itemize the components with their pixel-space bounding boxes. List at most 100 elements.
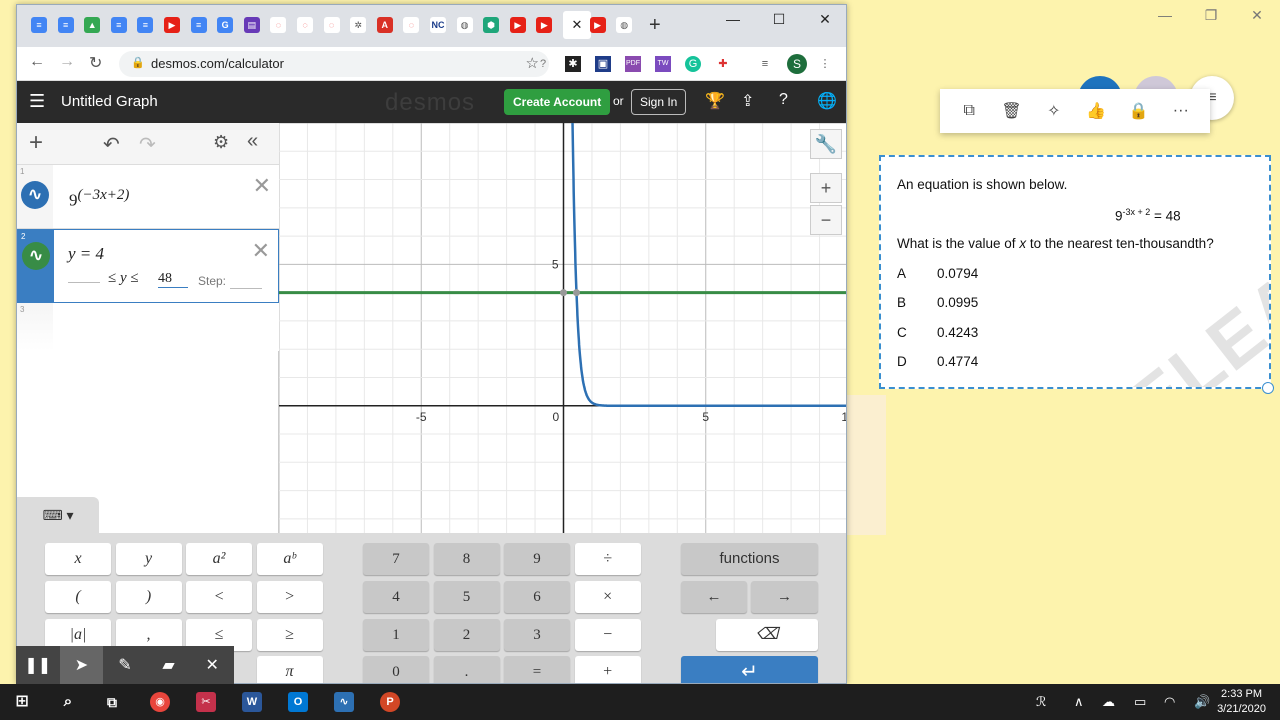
upper-bound-input[interactable]: 48: [158, 271, 188, 288]
reload-icon[interactable]: ↻: [89, 53, 102, 73]
graph-title[interactable]: Untitled Graph: [61, 93, 158, 110]
magic-wand-icon[interactable]: ✧: [1039, 101, 1069, 121]
extension-icon[interactable]: TW: [655, 56, 671, 72]
create-account-button[interactable]: Create Account: [504, 89, 611, 115]
tab-docs-icon[interactable]: ≡: [190, 17, 207, 33]
question-card[interactable]: RELEASED An equation is shown below. 9-3…: [879, 155, 1271, 389]
media-icon[interactable]: ≡: [757, 56, 773, 72]
tab-docs-icon[interactable]: ≡: [31, 17, 47, 33]
highlighter-icon[interactable]: ▰: [147, 646, 191, 686]
key-digit[interactable]: 9: [504, 543, 570, 575]
delete-expression-icon[interactable]: ✕: [252, 238, 270, 264]
left-arrow-key[interactable]: ←: [681, 581, 747, 613]
volume-icon[interactable]: 🔊: [1194, 694, 1210, 710]
tab-globe-icon[interactable]: ◍: [616, 17, 633, 33]
windows-start-icon[interactable]: ⊞: [12, 692, 32, 712]
key-symbol[interactable]: <: [186, 581, 252, 613]
key-digit[interactable]: 6: [504, 581, 570, 613]
zoom-in-icon[interactable]: +: [810, 173, 842, 203]
right-arrow-key[interactable]: →: [751, 581, 818, 613]
expression-row-active[interactable]: 2 ∿ y = 4 ≤ y ≤ 48 Step: ✕: [17, 229, 279, 303]
key-symbol[interactable]: a²: [186, 543, 252, 575]
search-icon[interactable]: ⌕: [58, 692, 78, 712]
key-symbol[interactable]: ≥: [256, 619, 323, 651]
zoom-out-icon[interactable]: −: [810, 205, 842, 235]
language-icon[interactable]: 🌐: [817, 91, 837, 111]
close-icon[interactable]: ✕: [1234, 0, 1280, 30]
tab-circle-icon[interactable]: ◌: [297, 17, 313, 33]
tab-circle-icon[interactable]: ◌: [403, 17, 420, 33]
key-digit[interactable]: 1: [363, 619, 429, 651]
restore-icon[interactable]: ❐: [1188, 0, 1234, 30]
whiteboard-icon[interactable]: ∿: [334, 692, 354, 712]
snip-icon[interactable]: ✂: [196, 692, 216, 712]
chrome-icon[interactable]: ◉: [150, 692, 170, 712]
lower-bound-input[interactable]: [68, 282, 100, 283]
key-digit[interactable]: ÷: [574, 543, 641, 575]
key-symbol[interactable]: y: [115, 543, 182, 575]
extension-icon[interactable]: ▣: [595, 56, 611, 72]
onedrive-icon[interactable]: ☁: [1102, 694, 1115, 710]
sign-in-button[interactable]: Sign In: [631, 89, 687, 115]
enter-key[interactable]: ↵: [681, 656, 818, 683]
key-digit[interactable]: −: [574, 619, 641, 651]
minimize-icon[interactable]: —: [710, 5, 756, 35]
kebab-menu-icon[interactable]: ⋮: [817, 56, 833, 72]
tab-docs-icon[interactable]: ≡: [57, 17, 74, 33]
profile-avatar[interactable]: S: [787, 54, 807, 74]
key-symbol[interactable]: (: [45, 581, 111, 613]
help-icon[interactable]: ?: [535, 56, 551, 72]
close-window-icon[interactable]: ✕: [802, 5, 846, 35]
more-icon[interactable]: ···: [1166, 102, 1196, 120]
people-icon[interactable]: ℛ: [1036, 694, 1046, 710]
pointer-icon[interactable]: ➤: [59, 646, 104, 686]
redo-icon[interactable]: ↷: [139, 132, 156, 157]
key-digit[interactable]: 7: [363, 543, 429, 575]
wifi-icon[interactable]: ◠: [1164, 694, 1175, 710]
lock-icon[interactable]: 🔒: [1123, 101, 1153, 121]
key-digit[interactable]: 4: [363, 581, 429, 613]
copy-icon[interactable]: ⧉: [954, 102, 984, 120]
expression-row[interactable]: 1 ∿ 9(−3x+2) ✕: [17, 165, 279, 229]
expression-row-empty[interactable]: 3: [17, 303, 279, 351]
tab-youtube-icon[interactable]: ▶: [536, 17, 553, 33]
key-x[interactable]: x: [45, 543, 111, 575]
key-symbol[interactable]: π: [256, 656, 323, 683]
key-digit[interactable]: 5: [433, 581, 500, 613]
key-symbol[interactable]: ): [115, 581, 182, 613]
key-digit[interactable]: 2: [433, 619, 500, 651]
tab-youtube-icon[interactable]: ▶: [164, 17, 180, 33]
tab-settings-icon[interactable]: ✲: [350, 17, 367, 33]
tab-nc-icon[interactable]: NC: [430, 17, 446, 33]
key-digit[interactable]: ×: [574, 581, 641, 613]
key-symbol[interactable]: aᵇ: [256, 543, 323, 575]
powerpoint-icon[interactable]: P: [380, 692, 400, 712]
keyboard-toggle-icon[interactable]: ⌨ ▾: [17, 497, 99, 533]
settings-icon[interactable]: ⚙: [213, 132, 229, 153]
task-view-icon[interactable]: ⧉: [102, 692, 122, 712]
curve-color-icon[interactable]: ∿: [21, 181, 49, 209]
system-clock[interactable]: 2:33 PM 3/21/2020: [1217, 687, 1266, 717]
tab-drive-icon[interactable]: ▲: [84, 17, 101, 33]
word-icon[interactable]: W: [242, 692, 262, 712]
step-input[interactable]: [230, 288, 262, 289]
extension-icon[interactable]: ✱: [565, 56, 581, 72]
hamburger-icon[interactable]: ☰: [29, 91, 45, 112]
tab-youtube-icon[interactable]: ▶: [509, 17, 526, 33]
tab-docs-icon[interactable]: ≡: [137, 17, 154, 33]
functions-button[interactable]: functions: [681, 543, 818, 575]
trash-icon[interactable]: 🗑: [996, 101, 1026, 121]
collapse-icon[interactable]: «: [247, 130, 258, 153]
tab-shield-icon[interactable]: ⬢: [483, 17, 500, 33]
pause-icon[interactable]: ❚❚: [16, 646, 60, 686]
forward-icon[interactable]: →: [59, 53, 75, 71]
graph-paper[interactable]: -5 0 5 10 5 🔧 + −: [279, 123, 846, 533]
undo-icon[interactable]: ↶: [103, 132, 120, 157]
tab-docs-icon[interactable]: ≡: [110, 17, 127, 33]
key-digit[interactable]: 0: [363, 656, 429, 683]
key-digit[interactable]: =: [504, 656, 570, 683]
pen-icon[interactable]: ✎: [103, 646, 147, 686]
key-digit[interactable]: 3: [504, 619, 570, 651]
close-icon[interactable]: ✕: [190, 646, 234, 686]
pdf-extension-icon[interactable]: PDF: [625, 56, 641, 72]
